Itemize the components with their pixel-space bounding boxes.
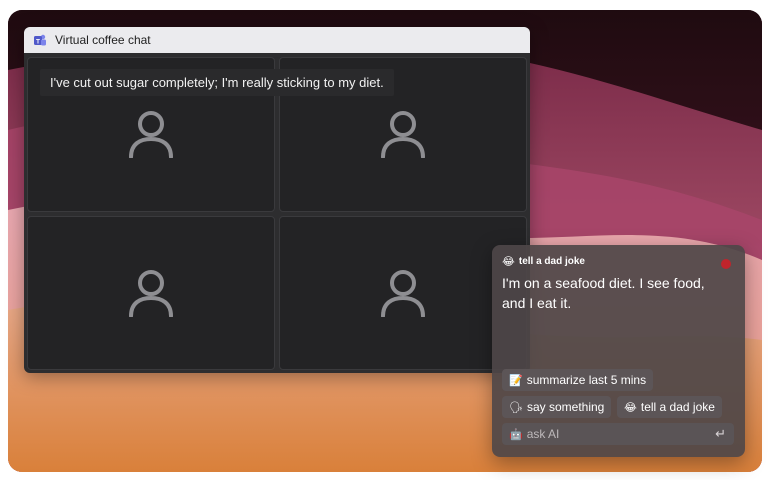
record-indicator-icon[interactable] — [721, 259, 731, 269]
memo-emoji-icon: 📝 — [509, 374, 523, 387]
robot-emoji-icon: 🤖 — [509, 428, 523, 441]
person-icon — [381, 269, 425, 317]
say-something-button[interactable]: 🗣 say something — [502, 396, 612, 418]
participant-tile[interactable] — [27, 215, 275, 370]
window-title: Virtual coffee chat — [55, 33, 151, 47]
person-icon — [381, 111, 425, 159]
ask-ai-input[interactable] — [522, 426, 716, 442]
meeting-window: T Virtual coffee chat I've cut out sugar… — [24, 27, 530, 373]
ask-ai-bar: 🤖 ↵ — [502, 423, 734, 445]
say-something-label: say something — [526, 400, 605, 414]
summarize-label: summarize last 5 mins — [526, 373, 647, 387]
participant-grid — [27, 57, 527, 370]
panel-header-label: tell a dad joke — [518, 256, 585, 267]
dad-joke-label: tell a dad joke — [640, 400, 715, 414]
enter-icon[interactable]: ↵ — [715, 426, 726, 442]
speaking-emoji-icon: 🗣 — [509, 401, 523, 414]
summarize-button[interactable]: 📝 summarize last 5 mins — [502, 369, 654, 391]
panel-header: 😂 tell a dad joke — [502, 255, 585, 268]
person-icon — [129, 269, 173, 317]
teams-app-icon: T — [34, 34, 46, 46]
participant-tile[interactable] — [279, 215, 527, 370]
svg-text:T: T — [36, 38, 40, 45]
dad-joke-button[interactable]: 😂 tell a dad joke — [617, 396, 722, 418]
window-titlebar[interactable]: T Virtual coffee chat — [24, 27, 530, 53]
laughing-emoji-icon: 😂 — [624, 401, 637, 414]
ai-answer: I'm on a seafood diet. I see food, and I… — [502, 275, 705, 311]
person-icon — [129, 111, 173, 159]
ai-assistant-panel: 😂 tell a dad joke I'm on a seafood diet.… — [492, 245, 745, 457]
laughing-emoji-icon: 😂 — [502, 256, 515, 268]
live-caption: I've cut out sugar completely; I'm reall… — [40, 69, 394, 96]
